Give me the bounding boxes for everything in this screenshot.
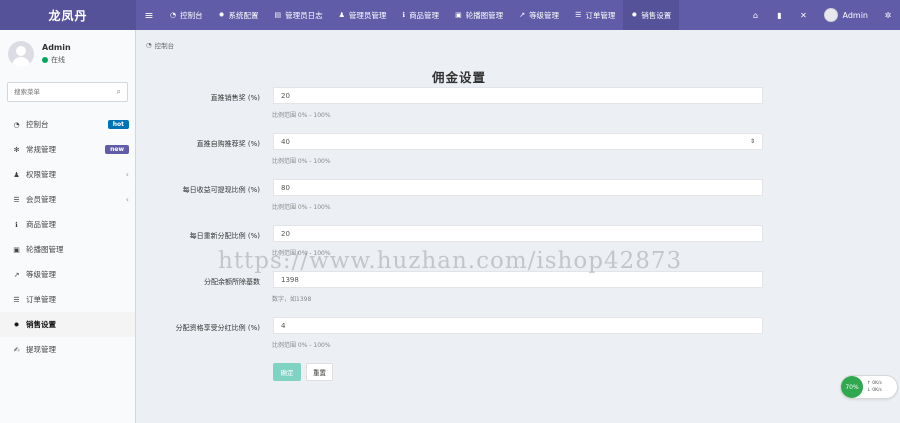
list-icon: ☰ xyxy=(575,11,582,19)
nav-goods[interactable]: ℹ 商品管理 xyxy=(394,0,447,30)
info-icon: ℹ xyxy=(15,220,18,229)
watermark-text: https://www.huzhan.com/ishop42873 xyxy=(218,248,683,274)
sidebar-item-withdraw[interactable]: ✍ 提现管理 xyxy=(0,337,135,362)
nav-level[interactable]: ↗ 等级管理 xyxy=(511,0,567,30)
list-icon: ☰ xyxy=(13,195,20,204)
user-panel: Admin 在线 xyxy=(0,34,135,74)
nav-orders[interactable]: ☰ 订单管理 xyxy=(567,0,623,30)
user-name: Admin xyxy=(42,43,71,52)
breadcrumb: ◔ 控制台 xyxy=(146,40,174,50)
gear-icon: ✹ xyxy=(218,11,225,19)
redistribute-ratio-input[interactable]: 20 xyxy=(273,225,763,242)
chart-icon: ↗ xyxy=(519,11,526,19)
sidebar-item-carousel[interactable]: ▣ 轮播图管理 xyxy=(0,237,135,262)
dashboard-icon: ◔ xyxy=(170,11,177,19)
download-speed: ↓ 0K/s xyxy=(867,388,882,393)
dashboard-icon: ◔ xyxy=(146,41,152,49)
user-icon: ♟ xyxy=(338,11,345,19)
nav-dashboard[interactable]: ◔ 控制台 xyxy=(162,0,211,30)
spinner-icon[interactable]: ⇕ xyxy=(750,138,755,145)
field-help: 比例范围 0% - 100% xyxy=(272,112,331,119)
sidebar-item-members[interactable]: ☰ 会员管理 ‹ xyxy=(0,187,135,212)
chart-icon: ↗ xyxy=(13,270,20,279)
field-label: 每日重新分配比例 (%) xyxy=(189,232,260,240)
sidebar-item-level[interactable]: ↗ 等级管理 xyxy=(0,262,135,287)
sidebar-item-sales-settings[interactable]: ✹ 销售设置 xyxy=(0,312,135,337)
top-right-tools: ⌂ ▮ ✕ Admin ✲ xyxy=(744,0,900,30)
log-icon: ▤ xyxy=(274,11,282,19)
sidebar-search: ⌕ xyxy=(7,82,128,102)
nav-admin-manage[interactable]: ♟ 管理员管理 xyxy=(331,0,395,30)
nav-admin-log[interactable]: ▤ 管理员日志 xyxy=(266,0,330,30)
nav-carousel[interactable]: ▣ 轮播图管理 xyxy=(447,0,511,30)
avatar xyxy=(8,41,34,67)
main-content: ◔ 控制台 佣金设置 直推销售奖 (%) 20 比例范围 0% - 100% 直… xyxy=(136,30,900,423)
list-icon: ☰ xyxy=(13,295,20,304)
confirm-button[interactable]: 确定 xyxy=(273,363,301,381)
withdraw-ratio-input[interactable]: 80 xyxy=(273,179,763,196)
settings-icon[interactable]: ✲ xyxy=(876,0,900,30)
nav-sales-settings[interactable]: ✹ 销售设置 xyxy=(623,0,680,30)
sidebar-item-permission[interactable]: ♟ 权限管理 ‹ xyxy=(0,162,135,187)
field-help: 比例范围 0% - 100% xyxy=(272,204,331,211)
speed-stats: ↑ 0K/s ↓ 0K/s xyxy=(867,380,882,394)
dividend-ratio-input[interactable]: 4 xyxy=(273,317,763,334)
sidebar-item-goods[interactable]: ℹ 商品管理 xyxy=(0,212,135,237)
field-help: 数字，如1398 xyxy=(272,296,312,303)
group-icon: ♟ xyxy=(13,170,20,179)
chevron-left-icon: ‹ xyxy=(125,195,129,204)
info-icon: ℹ xyxy=(402,11,406,19)
user-menu[interactable]: Admin xyxy=(816,8,877,22)
online-dot-icon xyxy=(42,57,48,63)
reset-button[interactable]: 重置 xyxy=(306,363,333,381)
field-label: 每日收益可提现比例 (%) xyxy=(182,186,260,194)
new-badge: new xyxy=(105,145,129,154)
field-label: 直推销售奖 (%) xyxy=(210,94,260,102)
search-input[interactable] xyxy=(14,88,117,96)
field-help: 比例范围 0% - 100% xyxy=(272,158,331,165)
fullscreen-icon[interactable]: ✕ xyxy=(792,0,816,30)
user-status: 在线 xyxy=(42,55,71,65)
top-navbar: 龙凤丹 ≡ ◔ 控制台 ✹ 系统配置 ▤ 管理员日志 ♟ 管理员管理 ℹ 商品管理 ▣ 轮播… xyxy=(0,0,900,30)
nav-system-config[interactable]: ✹ 系统配置 xyxy=(211,0,267,30)
cogs-icon: ✻ xyxy=(13,145,20,154)
page-title: 佣金设置 xyxy=(432,70,487,85)
direct-sales-reward-input[interactable]: 20 xyxy=(273,87,763,104)
dashboard-icon: ◔ xyxy=(13,120,20,129)
money-icon: ✍ xyxy=(13,345,20,354)
chevron-left-icon: ‹ xyxy=(125,170,129,179)
usage-circle: 70% xyxy=(841,376,863,398)
sidebar-item-dashboard[interactable]: ◔ 控制台 hot xyxy=(0,112,135,137)
hot-badge: hot xyxy=(107,120,129,129)
self-purchase-reward-input[interactable]: 40 ⇕ xyxy=(273,133,763,150)
gear-icon: ✹ xyxy=(13,320,20,329)
sidebar-item-general[interactable]: ✻ 常规管理 new xyxy=(0,137,135,162)
brand-logo[interactable]: 龙凤丹 xyxy=(0,0,136,30)
breadcrumb-item[interactable]: 控制台 xyxy=(155,40,175,50)
field-label: 直推自购推荐奖 (%) xyxy=(196,140,260,148)
field-label: 分配资格享受分红比例 (%) xyxy=(175,324,260,332)
avatar xyxy=(823,8,838,22)
image-icon: ▣ xyxy=(13,245,20,254)
top-nav: ◔ 控制台 ✹ 系统配置 ▤ 管理员日志 ♟ 管理员管理 ℹ 商品管理 ▣ 轮播图管理 ↗ 等… xyxy=(162,0,680,30)
upload-speed: ↑ 0K/s xyxy=(867,381,882,386)
menu-toggle-icon[interactable]: ≡ xyxy=(136,0,162,30)
field-label: 分配余额所除基数 xyxy=(204,278,260,286)
image-icon: ▣ xyxy=(455,11,462,19)
gear-icon: ✹ xyxy=(631,11,638,19)
sidebar: Admin 在线 ⌕ ◔控制台hot ✻常规管理new ♟权限管理‹ ☰会员管理… xyxy=(0,30,136,423)
network-speed-widget[interactable]: 70% ↑ 0K/s ↓ 0K/s xyxy=(840,375,898,399)
field-help: 比例范围 0% - 100% xyxy=(272,342,331,349)
home-icon[interactable]: ⌂ xyxy=(744,0,768,30)
trash-icon[interactable]: ▮ xyxy=(768,0,792,30)
sidebar-item-orders[interactable]: ☰ 订单管理 xyxy=(0,287,135,312)
search-icon[interactable]: ⌕ xyxy=(117,87,121,97)
